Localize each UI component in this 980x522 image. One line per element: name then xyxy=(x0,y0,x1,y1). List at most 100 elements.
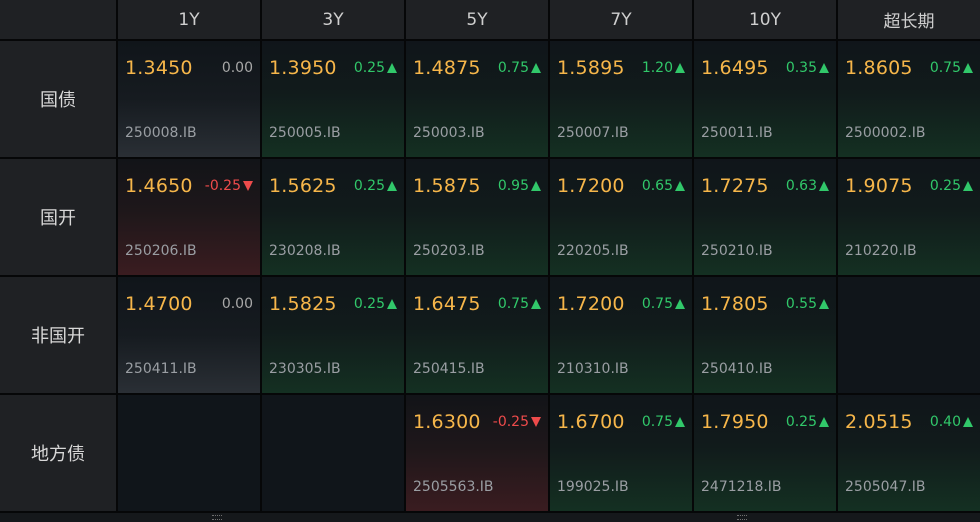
yield-value: 1.5875 xyxy=(413,175,481,197)
yield-value: 1.7805 xyxy=(701,293,769,315)
up-triangle-icon xyxy=(387,63,397,73)
quote-cell[interactable]: 1.7200 0.75 210310.IB xyxy=(550,277,692,393)
quote-cell[interactable]: 1.6475 0.75 250415.IB xyxy=(406,277,548,393)
up-triangle-icon xyxy=(675,181,685,191)
bond-code: 250203.IB xyxy=(413,243,485,259)
bond-code: 2505047.IB xyxy=(845,479,926,495)
quote-cell[interactable]: 1.9075 0.25 210220.IB xyxy=(838,159,980,275)
bond-code: 2471218.IB xyxy=(701,479,782,495)
row-header[interactable]: 国债 xyxy=(0,41,116,157)
up-triangle-icon xyxy=(675,299,685,309)
yield-value: 1.4650 xyxy=(125,175,193,197)
change-indicator: 0.25 xyxy=(354,296,397,312)
corner-cell xyxy=(0,0,116,39)
change-indicator: 0.65 xyxy=(642,178,685,194)
up-triangle-icon xyxy=(963,417,973,427)
up-triangle-icon xyxy=(387,181,397,191)
bond-code: 250011.IB xyxy=(701,125,773,141)
bond-code: 2505563.IB xyxy=(413,479,494,495)
empty-quote-cell xyxy=(838,277,980,393)
column-header[interactable]: 7Y xyxy=(550,0,692,39)
yield-value: 1.5825 xyxy=(269,293,337,315)
change-indicator: 0.75 xyxy=(642,414,685,430)
up-triangle-icon xyxy=(531,63,541,73)
up-triangle-icon xyxy=(819,63,829,73)
change-indicator: 0.95 xyxy=(498,178,541,194)
change-value: 0.75 xyxy=(641,414,673,430)
quote-cell[interactable]: 1.3450 0.00 250008.IB xyxy=(118,41,260,157)
change-indicator: 0.00 xyxy=(222,296,253,312)
bond-code: 2500002.IB xyxy=(845,125,926,141)
row-header[interactable]: 非国开 xyxy=(0,277,116,393)
yield-value: 1.9075 xyxy=(845,175,913,197)
quote-cell[interactable]: 1.5825 0.25 230305.IB xyxy=(262,277,404,393)
bond-code: 250007.IB xyxy=(557,125,629,141)
quote-cell[interactable]: 1.8605 0.75 2500002.IB xyxy=(838,41,980,157)
empty-quote-cell xyxy=(118,395,260,511)
bond-code: 230305.IB xyxy=(269,361,341,377)
quote-cell[interactable]: 1.7275 0.63 250210.IB xyxy=(694,159,836,275)
change-indicator: -0.25 xyxy=(205,178,253,194)
quote-cell[interactable]: 1.4700 0.00 250411.IB xyxy=(118,277,260,393)
quote-cell[interactable]: 1.5875 0.95 250203.IB xyxy=(406,159,548,275)
empty-quote-cell xyxy=(262,395,404,511)
change-indicator: 0.55 xyxy=(786,296,829,312)
change-indicator: 1.20 xyxy=(642,60,685,76)
yield-value: 1.7200 xyxy=(557,175,625,197)
change-value: 0.25 xyxy=(353,296,385,312)
change-value: 0.00 xyxy=(221,60,253,76)
column-header[interactable]: 10Y xyxy=(694,0,836,39)
quote-cell[interactable]: 1.6300 -0.25 2505563.IB xyxy=(406,395,548,511)
yield-value: 1.7950 xyxy=(701,411,769,433)
change-value: 0.63 xyxy=(785,178,817,194)
change-value: 0.25 xyxy=(785,414,817,430)
quote-cell[interactable]: 1.5625 0.25 230208.IB xyxy=(262,159,404,275)
up-triangle-icon xyxy=(531,181,541,191)
up-triangle-icon xyxy=(819,299,829,309)
quote-cell[interactable]: 1.4875 0.75 250003.IB xyxy=(406,41,548,157)
bond-code: 210220.IB xyxy=(845,243,917,259)
quote-cell[interactable]: 1.7200 0.65 220205.IB xyxy=(550,159,692,275)
quote-cell[interactable]: 2.0515 0.40 2505047.IB xyxy=(838,395,980,511)
change-value: 0.00 xyxy=(221,296,253,312)
quote-cell[interactable]: 1.7950 0.25 2471218.IB xyxy=(694,395,836,511)
change-indicator: 0.40 xyxy=(930,414,973,430)
yield-value: 1.5895 xyxy=(557,57,625,79)
change-value: 0.75 xyxy=(929,60,961,76)
bond-code: 220205.IB xyxy=(557,243,629,259)
bottom-scrollbar[interactable] xyxy=(0,513,980,522)
change-value: 0.95 xyxy=(497,178,529,194)
quote-cell[interactable]: 1.6700 0.75 199025.IB xyxy=(550,395,692,511)
down-triangle-icon xyxy=(531,417,541,427)
column-header[interactable]: 超长期 xyxy=(838,0,980,39)
quote-cell[interactable]: 1.6495 0.35 250011.IB xyxy=(694,41,836,157)
change-indicator: 0.25 xyxy=(786,414,829,430)
change-value: 0.65 xyxy=(641,178,673,194)
bond-code: 250415.IB xyxy=(413,361,485,377)
left-splitter-handle[interactable] xyxy=(212,515,222,520)
column-header[interactable]: 3Y xyxy=(262,0,404,39)
up-triangle-icon xyxy=(675,63,685,73)
yield-matrix: 1Y 3Y 5Y 7Y 10Y 超长期国债 1.3450 0.00 250008.IB 1.395… xyxy=(0,0,980,511)
yield-value: 1.4875 xyxy=(413,57,481,79)
quote-cell[interactable]: 1.5895 1.20 250007.IB xyxy=(550,41,692,157)
row-header[interactable]: 地方债 xyxy=(0,395,116,511)
change-indicator: 0.00 xyxy=(222,60,253,76)
change-value: -0.25 xyxy=(492,414,529,430)
quote-cell[interactable]: 1.7805 0.55 250410.IB xyxy=(694,277,836,393)
row-header[interactable]: 国开 xyxy=(0,159,116,275)
column-header[interactable]: 5Y xyxy=(406,0,548,39)
bond-code: 250206.IB xyxy=(125,243,197,259)
yield-value: 1.5625 xyxy=(269,175,337,197)
change-indicator: 0.75 xyxy=(642,296,685,312)
right-splitter-handle[interactable] xyxy=(737,515,747,520)
down-triangle-icon xyxy=(243,181,253,191)
change-indicator: -0.25 xyxy=(493,414,541,430)
quote-cell[interactable]: 1.4650 -0.25 250206.IB xyxy=(118,159,260,275)
quote-cell[interactable]: 1.3950 0.25 250005.IB xyxy=(262,41,404,157)
yield-value: 1.6475 xyxy=(413,293,481,315)
change-indicator: 0.63 xyxy=(786,178,829,194)
column-header[interactable]: 1Y xyxy=(118,0,260,39)
bond-code: 250005.IB xyxy=(269,125,341,141)
change-indicator: 0.75 xyxy=(498,296,541,312)
